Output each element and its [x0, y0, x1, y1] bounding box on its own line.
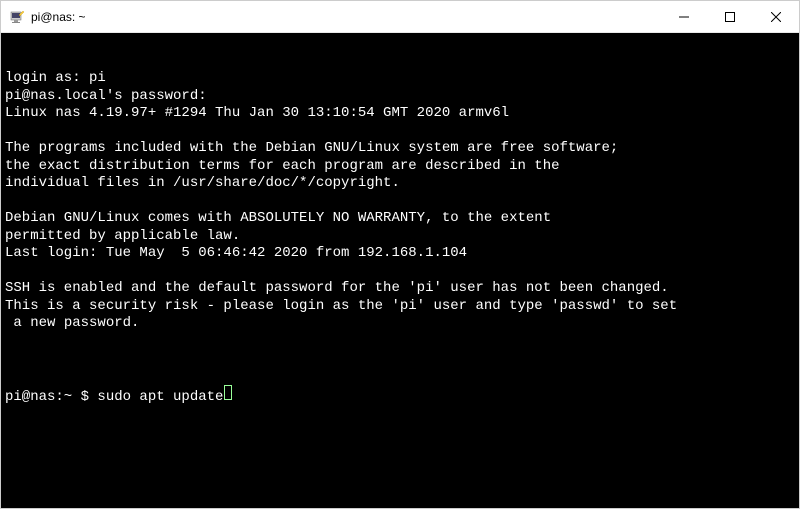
minimize-button[interactable] — [661, 1, 707, 32]
terminal[interactable]: login as: pipi@nas.local's password:Linu… — [1, 33, 799, 508]
cursor — [224, 385, 232, 400]
terminal-line: a new password. — [5, 315, 795, 333]
terminal-line: permitted by applicable law. — [5, 228, 795, 246]
close-button[interactable] — [753, 1, 799, 32]
terminal-line — [5, 193, 795, 211]
terminal-line — [5, 333, 795, 351]
minimize-icon — [679, 12, 689, 22]
close-icon — [771, 12, 781, 22]
terminal-line: login as: pi — [5, 70, 795, 88]
terminal-line: pi@nas.local's password: — [5, 88, 795, 106]
maximize-button[interactable] — [707, 1, 753, 32]
terminal-line: Debian GNU/Linux comes with ABSOLUTELY N… — [5, 210, 795, 228]
terminal-line: Last login: Tue May 5 06:46:42 2020 from… — [5, 245, 795, 263]
maximize-icon — [725, 12, 735, 22]
putty-icon — [9, 9, 25, 25]
terminal-line: the exact distribution terms for each pr… — [5, 158, 795, 176]
terminal-line — [5, 263, 795, 281]
terminal-line: The programs included with the Debian GN… — [5, 140, 795, 158]
prompt-line: pi@nas:~ $ sudo apt update — [5, 385, 795, 407]
command-input[interactable]: sudo apt update — [97, 389, 223, 407]
window-controls — [661, 1, 799, 32]
titlebar[interactable]: pi@nas: ~ — [1, 1, 799, 33]
prompt: pi@nas:~ $ — [5, 389, 97, 407]
terminal-line: individual files in /usr/share/doc/*/cop… — [5, 175, 795, 193]
window-title: pi@nas: ~ — [31, 10, 661, 24]
terminal-line — [5, 123, 795, 141]
terminal-output: login as: pipi@nas.local's password:Linu… — [5, 70, 795, 350]
putty-window: pi@nas: ~ login as: pipi@nas.local's pas… — [0, 0, 800, 509]
terminal-line: This is a security risk - please login a… — [5, 298, 795, 316]
terminal-line: SSH is enabled and the default password … — [5, 280, 795, 298]
terminal-line: Linux nas 4.19.97+ #1294 Thu Jan 30 13:1… — [5, 105, 795, 123]
